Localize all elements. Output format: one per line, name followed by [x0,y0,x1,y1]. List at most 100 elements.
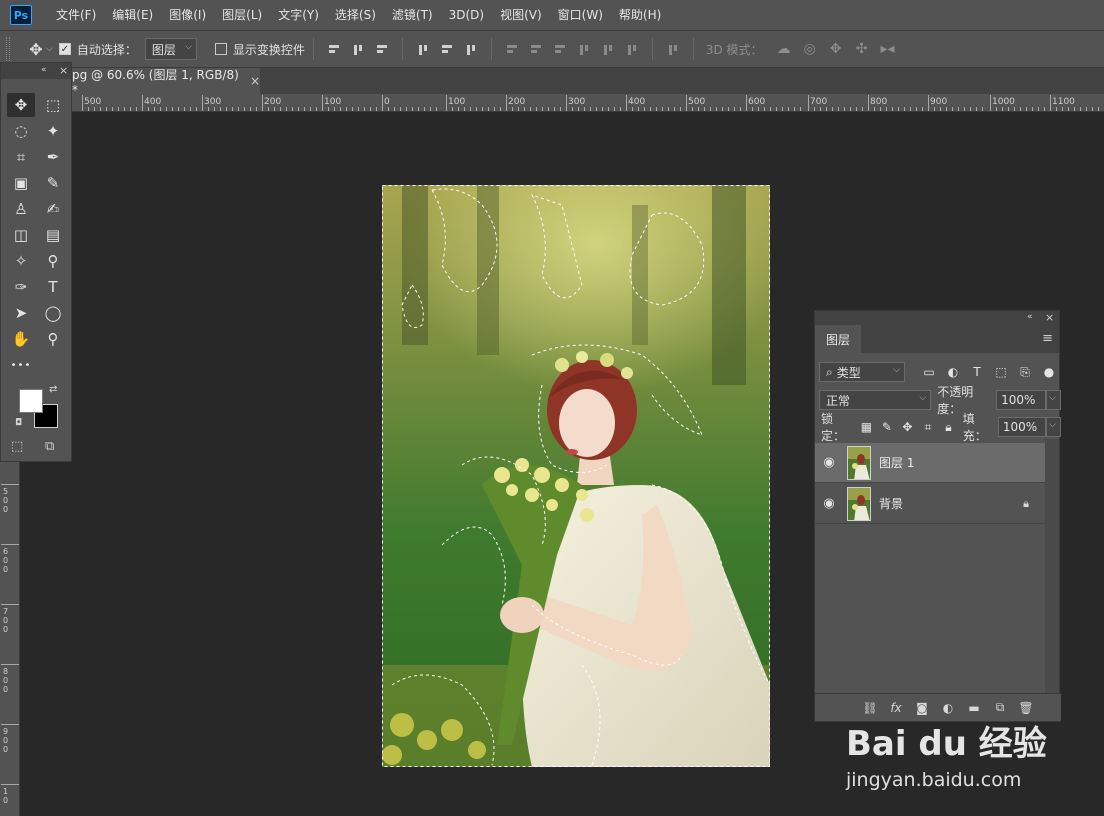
auto-select-dropdown[interactable]: 图层 ⌵ [144,38,197,60]
fx-icon[interactable]: fx [883,701,909,715]
grip-handle[interactable] [6,37,10,61]
close-icon[interactable]: × [59,64,68,77]
align-top-button[interactable] [322,37,346,61]
blend-mode-dropdown[interactable]: 正常 ⌵ [819,390,932,410]
marquee-tool-icon[interactable]: ⬚ [39,93,67,117]
canvas-photo[interactable] [382,185,770,767]
filter-toggle-icon[interactable]: ● [1039,362,1059,382]
default-colors-icon[interactable]: ◘ [15,418,22,428]
fill-dropdown[interactable]: ⌵ [1046,417,1061,437]
zoom-tool-icon[interactable]: ⚲ [39,327,67,351]
close-icon[interactable]: × [250,74,260,88]
visibility-eye-icon[interactable]: ◉ [815,455,843,470]
hand-tool-icon[interactable]: ✋ [7,327,35,351]
pen-tool-icon[interactable]: ✑ [7,275,35,299]
lock-all-icon[interactable]: 🔒︎ [940,418,957,436]
3d-orbit-icon[interactable]: ☁ [771,37,797,61]
align-bottom-button[interactable] [370,37,394,61]
distribute-vcenter-button[interactable] [524,37,548,61]
blur-tool-icon[interactable]: ✧ [7,249,35,273]
gradient-tool-icon[interactable]: ▤ [39,223,67,247]
menu-item[interactable]: 图像(I) [161,0,214,30]
fill-field[interactable]: 100% [997,417,1047,437]
auto-select-checkbox[interactable]: ✓ [58,43,71,55]
layer-filter-dropdown[interactable]: ⌕ 类型 ⌵ [819,362,905,382]
layers-scrollbar[interactable] [1045,439,1059,693]
path-select-tool-icon[interactable]: ➤ [7,301,35,325]
lasso-tool-icon[interactable]: ◌ [7,119,35,143]
lock-transparent-icon[interactable]: ▦ [858,418,875,436]
opacity-dropdown[interactable]: ⌵ [1045,390,1061,410]
new-layer-icon[interactable]: ⧉ [987,700,1013,715]
move-tool-icon[interactable]: ✥ [7,93,35,117]
align-right-button[interactable] [459,37,483,61]
filter-pixel-icon[interactable]: ▭ [919,362,939,382]
menu-item[interactable]: 帮助(H) [611,0,669,30]
magic-wand-tool-icon[interactable]: ✦ [39,119,67,143]
dodge-tool-icon[interactable]: ⚲ [39,249,67,273]
auto-align-button[interactable] [661,37,685,61]
new-group-icon[interactable]: ▬ [961,701,987,715]
filter-smart-object-icon[interactable]: ⎘ [1015,362,1035,382]
foreground-color-swatch[interactable] [19,389,43,413]
distribute-right-button[interactable] [620,37,644,61]
3d-pan-icon[interactable]: ✥ [823,37,849,61]
link-layers-icon[interactable]: ⛓ [857,701,883,715]
menu-item[interactable]: 文字(Y) [270,0,327,30]
lock-position-icon[interactable]: ✥ [899,418,916,436]
stamp-tool-icon[interactable]: ♙ [7,197,35,221]
align-left-button[interactable] [411,37,435,61]
menu-item[interactable]: 滤镜(T) [384,0,441,30]
lock-artboard-icon[interactable]: ⌗ [920,418,937,436]
history-brush-tool-icon[interactable]: ✍ [39,197,67,221]
layers-panel-header[interactable]: « × [815,311,1059,325]
add-mask-icon[interactable]: ◙ [909,701,935,715]
close-icon[interactable]: × [1045,311,1054,324]
adjustment-layer-icon[interactable]: ◐ [935,701,961,715]
filter-adjustment-icon[interactable]: ◐ [943,362,963,382]
ellipse-tool-icon[interactable]: ◯ [39,301,67,325]
eraser-tool-icon[interactable]: ◫ [7,223,35,247]
lock-paint-icon[interactable]: ✎ [879,418,896,436]
trash-icon[interactable]: 🗑︎ [1013,701,1039,715]
layer-row-layer1[interactable]: ◉ 图层 1 [815,443,1045,483]
document-tab[interactable]: pg @ 60.6% (图层 1, RGB/8) * × [72,68,260,97]
distribute-hcenter-button[interactable] [596,37,620,61]
menu-item[interactable]: 编辑(E) [104,0,161,30]
distribute-top-button[interactable] [500,37,524,61]
visibility-eye-icon[interactable]: ◉ [815,496,843,511]
tools-panel-header[interactable]: « × [1,63,71,79]
menu-item[interactable]: 图层(L) [214,0,270,30]
layer-name[interactable]: 背景 [879,495,903,512]
type-tool-icon[interactable]: T [39,275,67,299]
menu-item[interactable]: 文件(F) [48,0,104,30]
quick-mask-icon[interactable]: ⬚ [11,439,23,454]
chevron-down-icon[interactable]: ⌵ [46,44,53,54]
screen-mode-icon[interactable]: ⧉ [45,439,54,454]
filter-shape-icon[interactable]: ⬚ [991,362,1011,382]
3d-scale-icon[interactable]: ▸◂ [875,37,901,61]
menu-item[interactable]: 3D(D) [441,0,492,30]
collapse-icon[interactable]: « [1027,312,1033,322]
horizontal-ruler[interactable]: 500 400 300 200 100 0 100 200 300 400 500 600 700 800… [20,94,1104,112]
menu-item[interactable]: 选择(S) [327,0,384,30]
distribute-bottom-button[interactable] [548,37,572,61]
layer-row-background[interactable]: ◉ 背景 🔒︎ [815,484,1045,524]
3d-slide-icon[interactable]: ✣ [849,37,875,61]
tab-layers[interactable]: 图层 [815,325,861,353]
crop-tool-icon[interactable]: ⌗ [7,145,35,169]
layer-name[interactable]: 图层 1 [879,454,914,471]
menu-item[interactable]: 视图(V) [492,0,550,30]
3d-roll-icon[interactable]: ◎ [797,37,823,61]
more-tools-icon[interactable]: ••• [7,353,35,377]
brush-tool-icon[interactable]: ✎ [39,171,67,195]
menu-item[interactable]: 窗口(W) [550,0,611,30]
eyedropper-tool-icon[interactable]: ✒ [39,145,67,169]
opacity-field[interactable]: 100% [996,390,1046,410]
show-transform-checkbox[interactable] [214,43,227,55]
filter-type-icon[interactable]: T [967,362,987,382]
collapse-icon[interactable]: « [41,65,47,75]
distribute-left-button[interactable] [572,37,596,61]
patch-tool-icon[interactable]: ▣ [7,171,35,195]
align-vcenter-button[interactable] [346,37,370,61]
